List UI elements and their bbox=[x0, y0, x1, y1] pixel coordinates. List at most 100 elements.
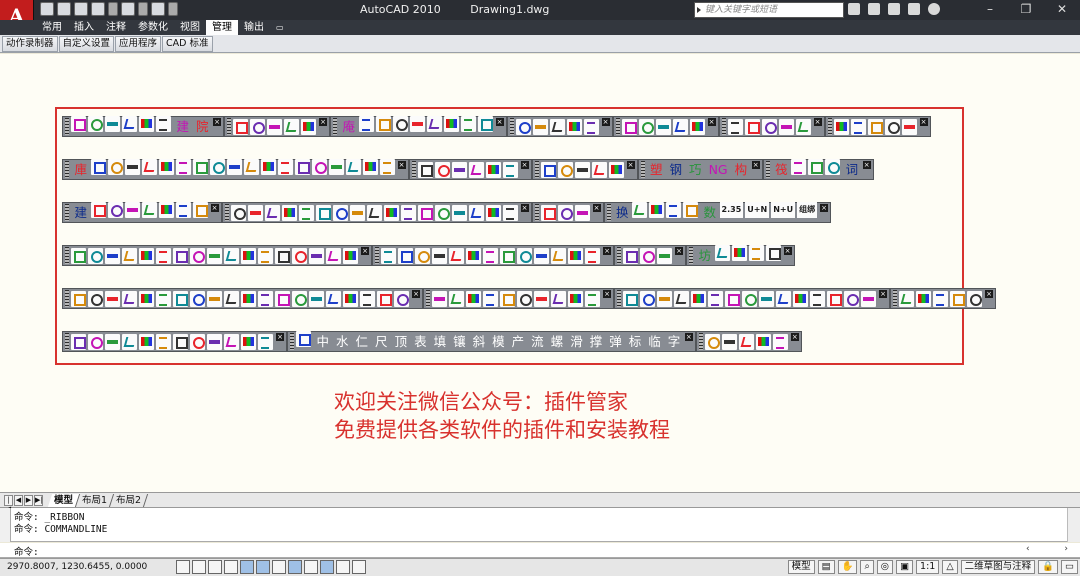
lock-icon[interactable]: 🔒 bbox=[1038, 560, 1059, 574]
toolbar-grip[interactable] bbox=[65, 118, 69, 135]
tool-icon[interactable] bbox=[443, 116, 459, 132]
toolbar-close-icon[interactable]: × bbox=[361, 247, 369, 255]
toolbar-grip[interactable] bbox=[534, 204, 539, 221]
tool-icon[interactable] bbox=[795, 118, 811, 135]
tool-icon[interactable] bbox=[88, 247, 103, 264]
tool-icon[interactable] bbox=[243, 159, 259, 175]
tool-icon[interactable] bbox=[517, 290, 532, 307]
tool-icon[interactable] bbox=[534, 290, 549, 307]
tool-icon[interactable] bbox=[233, 118, 249, 135]
tool-icon[interactable] bbox=[551, 290, 566, 307]
toolbar-grip[interactable] bbox=[765, 161, 770, 178]
toolbar-grip[interactable] bbox=[689, 247, 693, 264]
tool-icon[interactable] bbox=[449, 290, 464, 307]
tool-icon[interactable] bbox=[623, 247, 638, 264]
tool-icon[interactable] bbox=[689, 118, 705, 135]
toolbar-close-icon[interactable]: × bbox=[397, 161, 406, 169]
command-input-row[interactable]: 命令: ‹ › bbox=[0, 543, 1080, 558]
search-input[interactable]: 键入关键字或短语 bbox=[694, 2, 844, 18]
dynamic-input-icon[interactable] bbox=[320, 560, 334, 574]
tool-icon[interactable] bbox=[640, 290, 655, 307]
tool-icon[interactable] bbox=[468, 204, 484, 221]
panel-button[interactable]: CAD 标准 bbox=[162, 36, 213, 52]
tool-icon[interactable] bbox=[224, 333, 239, 350]
tool-icon[interactable] bbox=[250, 118, 266, 135]
plot-icon[interactable] bbox=[151, 2, 165, 16]
tool-icon[interactable] bbox=[122, 333, 137, 350]
tool-icon[interactable] bbox=[691, 290, 706, 307]
tool-icon[interactable] bbox=[241, 333, 256, 350]
tool-text-button[interactable]: 斜 bbox=[469, 331, 489, 352]
tool-icon[interactable] bbox=[192, 159, 208, 175]
layout-tab[interactable]: 模型 bbox=[47, 493, 81, 507]
tool-icon[interactable] bbox=[379, 159, 395, 175]
tool-text-button[interactable]: 院 bbox=[193, 116, 213, 137]
tool-text-button[interactable]: 尺 bbox=[372, 331, 392, 352]
drawing-area[interactable]: 欢迎关注微信公众号：插件管家 免费提供各类软件的插件和安装教程 建院 × × 庵 × × ×… bbox=[0, 54, 1080, 492]
model-toggle[interactable]: 模型 bbox=[787, 560, 815, 574]
tool-icon[interactable] bbox=[884, 118, 900, 135]
osnap-icon[interactable] bbox=[256, 560, 270, 574]
tool-icon[interactable] bbox=[375, 116, 391, 132]
tool-icon[interactable] bbox=[301, 118, 317, 135]
tool-icon[interactable] bbox=[621, 118, 637, 135]
tool-text-button[interactable]: 塑 bbox=[647, 159, 667, 180]
save-icon[interactable] bbox=[74, 2, 88, 16]
tool-text-button[interactable]: 坊 bbox=[695, 245, 715, 266]
3d-osnap-icon[interactable] bbox=[272, 560, 286, 574]
toolbar-grip[interactable] bbox=[617, 247, 621, 264]
tool-icon[interactable] bbox=[358, 116, 374, 132]
tool-icon[interactable] bbox=[275, 247, 290, 264]
tool-text-button[interactable]: 构 bbox=[731, 159, 751, 180]
tool-icon[interactable] bbox=[124, 202, 140, 218]
tool-icon[interactable] bbox=[309, 247, 324, 264]
quick-properties-icon[interactable] bbox=[352, 560, 366, 574]
undo-dropdown-icon[interactable] bbox=[108, 2, 118, 16]
subscription-icon[interactable] bbox=[868, 3, 880, 15]
toolbar-close-icon[interactable]: × bbox=[601, 118, 610, 126]
tool-icon[interactable] bbox=[122, 290, 137, 307]
tool-text-button[interactable]: 仁 bbox=[352, 331, 372, 352]
tool-icon[interactable] bbox=[88, 290, 103, 307]
showmotion-icon[interactable]: ▣ bbox=[896, 560, 914, 574]
toolbar-close-icon[interactable]: × bbox=[684, 333, 693, 341]
toolbar-close-icon[interactable]: × bbox=[319, 118, 328, 126]
tool-icon[interactable] bbox=[156, 247, 171, 264]
toolbar-grip[interactable] bbox=[411, 161, 416, 178]
tool-text-button[interactable]: N+U bbox=[771, 202, 796, 218]
tool-icon[interactable] bbox=[175, 159, 191, 175]
tool-icon[interactable] bbox=[950, 290, 965, 307]
tool-icon[interactable] bbox=[90, 159, 106, 175]
layout-view-icon[interactable]: ▤ bbox=[817, 560, 835, 574]
tool-icon[interactable] bbox=[107, 159, 123, 175]
tool-icon[interactable] bbox=[258, 247, 273, 264]
tool-icon[interactable] bbox=[107, 202, 123, 218]
tool-text-button[interactable]: 钢 bbox=[666, 159, 686, 180]
layout-tab[interactable]: 布局1 bbox=[75, 493, 115, 507]
toolbar-grip[interactable] bbox=[227, 118, 232, 135]
tool-icon[interactable] bbox=[311, 159, 327, 175]
tool-icon[interactable] bbox=[173, 333, 188, 350]
tool-icon[interactable] bbox=[343, 247, 358, 264]
tool-icon[interactable] bbox=[483, 247, 498, 264]
tool-icon[interactable] bbox=[515, 118, 531, 135]
tool-icon[interactable] bbox=[124, 159, 140, 175]
toolbar-close-icon[interactable]: × bbox=[626, 161, 635, 169]
ribbon-tab[interactable]: 输出 bbox=[238, 20, 270, 35]
tool-icon[interactable] bbox=[742, 290, 757, 307]
toolbar-close-icon[interactable]: × bbox=[985, 290, 993, 298]
tool-icon[interactable] bbox=[139, 116, 154, 132]
tool-icon[interactable] bbox=[608, 161, 624, 178]
tool-icon[interactable] bbox=[190, 290, 205, 307]
tool-icon[interactable] bbox=[156, 116, 171, 132]
tool-icon[interactable] bbox=[298, 204, 314, 221]
toolbar-close-icon[interactable]: × bbox=[919, 118, 928, 126]
ortho-icon[interactable] bbox=[224, 560, 238, 574]
tool-icon[interactable] bbox=[540, 161, 556, 178]
undo-icon[interactable] bbox=[91, 2, 105, 16]
tool-text-button[interactable]: 表 bbox=[411, 331, 431, 352]
toolbar-close-icon[interactable]: × bbox=[813, 118, 822, 126]
tool-icon[interactable] bbox=[672, 118, 688, 135]
tool-icon[interactable] bbox=[226, 159, 242, 175]
tool-icon[interactable] bbox=[415, 247, 430, 264]
